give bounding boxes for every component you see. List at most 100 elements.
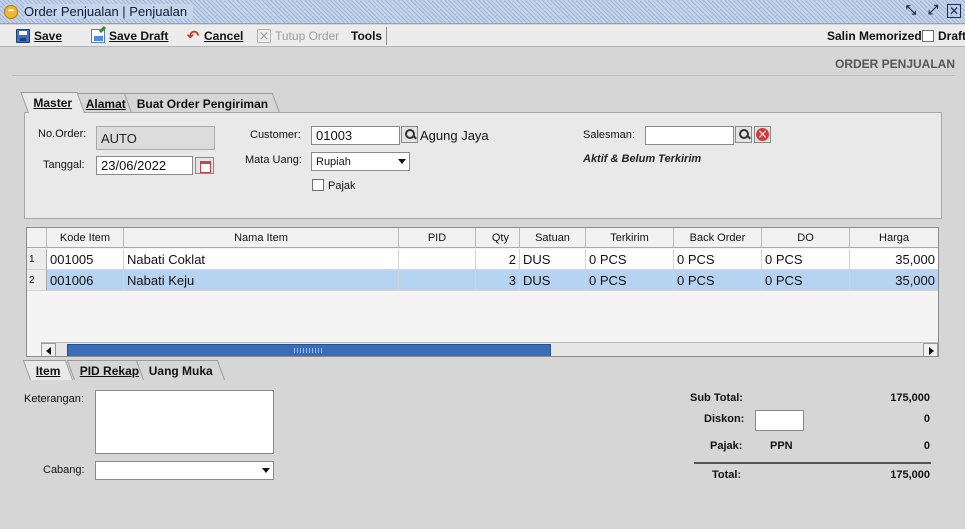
chevron-down-icon: [398, 159, 406, 164]
table-row-do[interactable]: 0 PCS: [762, 249, 850, 270]
tools-label: Tools: [351, 29, 383, 43]
cancel-button[interactable]: ↶ Cancel: [186, 27, 244, 45]
total-divider: [694, 462, 931, 464]
save-draft-button[interactable]: Save Draft: [91, 27, 168, 45]
diskon-value: 0: [923, 413, 930, 425]
table-row-nama[interactable]: Nabati Coklat: [124, 249, 399, 270]
tab-buat-order-pengiriman[interactable]: Buat Order Pengiriman: [123, 93, 281, 113]
undo-icon: ↶: [186, 27, 200, 45]
salesman-clear-icon[interactable]: [754, 126, 771, 143]
table-row-kode[interactable]: 001005: [47, 249, 124, 270]
pajak-type: PPN: [770, 440, 793, 452]
header-divider: [12, 75, 955, 76]
draft-icon: [91, 29, 105, 43]
draft-checkbox[interactable]: Draft: [922, 27, 965, 45]
salin-memorized-label: Salin Memorized: [827, 29, 922, 43]
customer-search-icon[interactable]: [401, 126, 418, 143]
diskon-input[interactable]: [755, 410, 804, 431]
pajak-value: 0: [923, 440, 930, 452]
cancel-label: Cancel: [204, 29, 244, 43]
keterangan-label: Keterangan:: [24, 393, 84, 405]
salesman-field[interactable]: [645, 126, 734, 145]
keterangan-textarea[interactable]: [95, 390, 274, 454]
table-row-harga[interactable]: 35,000: [850, 270, 938, 291]
restore-icon[interactable]: ⤡: [903, 3, 919, 19]
sub-total-value: 175,000: [890, 392, 930, 404]
table-row-number: 1: [27, 249, 47, 270]
table-row-kode[interactable]: 001006: [47, 270, 124, 291]
tanggal-field[interactable]: 23/06/2022: [96, 156, 193, 175]
table-row-terkirim[interactable]: 0 PCS: [586, 249, 674, 270]
scroll-left-icon[interactable]: [41, 343, 56, 356]
close-order-icon: ×: [257, 29, 271, 44]
grid-header-nama-item[interactable]: Nama Item: [124, 228, 399, 248]
draft-label: Draft: [938, 29, 965, 43]
grid-header-do[interactable]: DO: [762, 228, 850, 248]
master-panel: No.Order: AUTO Tanggal: 23/06/2022 Custo…: [24, 112, 942, 219]
salin-memorized-button[interactable]: Salin Memorized: [827, 27, 922, 45]
scroll-right-icon[interactable]: [923, 343, 938, 356]
table-row-back-order[interactable]: 0 PCS: [674, 249, 762, 270]
salesman-label: Salesman:: [583, 129, 635, 141]
customer-label: Customer:: [250, 129, 301, 141]
table-row-satuan[interactable]: DUS: [520, 270, 586, 291]
toolbar-separator: [386, 27, 387, 45]
chevron-down-icon: [262, 468, 270, 473]
close-order-button[interactable]: × Tutup Order: [257, 27, 339, 45]
table-row-terkirim[interactable]: 0 PCS: [586, 270, 674, 291]
table-row-nama[interactable]: Nabati Keju: [124, 270, 399, 291]
tab-master[interactable]: Master: [20, 92, 85, 113]
table-row-back-order[interactable]: 0 PCS: [674, 270, 762, 291]
grid-header-rownum: [27, 228, 47, 248]
tools-menu[interactable]: Tools: [351, 27, 382, 45]
table-row-pid[interactable]: [399, 249, 476, 270]
customer-name: Agung Jaya: [420, 128, 489, 143]
app-icon: [4, 5, 18, 19]
table-row-satuan[interactable]: DUS: [520, 249, 586, 270]
sub-total-label: Sub Total:: [690, 392, 743, 404]
cabang-label: Cabang:: [43, 464, 85, 476]
scrollbar-thumb[interactable]: [67, 344, 551, 356]
save-button[interactable]: Save: [16, 27, 62, 45]
table-row-do[interactable]: 0 PCS: [762, 270, 850, 291]
diskon-label: Diskon:: [704, 413, 745, 425]
toolbar: Save Save Draft ↶ Cancel × Tutup Order T…: [0, 25, 965, 47]
pajak-checkbox[interactable]: [312, 179, 324, 191]
cabang-select[interactable]: [95, 461, 274, 480]
close-order-label: Tutup Order: [275, 29, 340, 43]
calendar-icon[interactable]: [195, 157, 214, 174]
save-label: Save: [34, 29, 63, 43]
title-bar: Order Penjualan | Penjualan ⤡ ⤢ ✕: [0, 0, 965, 24]
window-controls: ⤡ ⤢ ✕: [903, 3, 961, 19]
grid-header-qty[interactable]: Qty: [476, 228, 520, 248]
table-row-pid[interactable]: [399, 270, 476, 291]
no-order-label: No.Order:: [38, 128, 87, 140]
grid-header-satuan[interactable]: Satuan: [520, 228, 586, 248]
table-row-qty[interactable]: 2: [476, 249, 520, 270]
mata-uang-select[interactable]: Rupiah: [311, 152, 410, 171]
total-label: Total:: [712, 469, 742, 481]
status-badge: Aktif & Belum Terkirim: [583, 153, 702, 165]
pajak-total-label: Pajak:: [710, 440, 743, 452]
table-row-harga[interactable]: 35,000: [850, 249, 938, 270]
salesman-search-icon[interactable]: [735, 126, 752, 143]
customer-code-field[interactable]: 01003: [311, 126, 400, 145]
tab-uang-muka[interactable]: Uang Muka: [135, 360, 226, 380]
grid-header-back-order[interactable]: Back Order: [674, 228, 762, 248]
draft-checkbox-box[interactable]: [922, 30, 934, 42]
tanggal-label: Tanggal:: [43, 159, 85, 171]
horizontal-scrollbar[interactable]: [41, 342, 938, 356]
table-row-qty[interactable]: 3: [476, 270, 520, 291]
item-grid[interactable]: Kode Item Nama Item PID Qty Satuan Terki…: [26, 227, 939, 357]
grid-header-pid[interactable]: PID: [399, 228, 476, 248]
maximize-icon[interactable]: ⤢: [925, 3, 941, 19]
grid-header-terkirim[interactable]: Terkirim: [586, 228, 674, 248]
tab-item[interactable]: Item: [22, 360, 73, 380]
grid-header-harga[interactable]: Harga: [850, 228, 938, 248]
grid-header-kode-item[interactable]: Kode Item: [47, 228, 124, 248]
mata-uang-value: Rupiah: [316, 156, 351, 168]
close-icon[interactable]: ✕: [947, 4, 961, 18]
mata-uang-label: Mata Uang:: [245, 154, 302, 166]
save-draft-label: Save Draft: [109, 29, 169, 43]
page-title: ORDER PENJUALAN: [834, 57, 955, 71]
